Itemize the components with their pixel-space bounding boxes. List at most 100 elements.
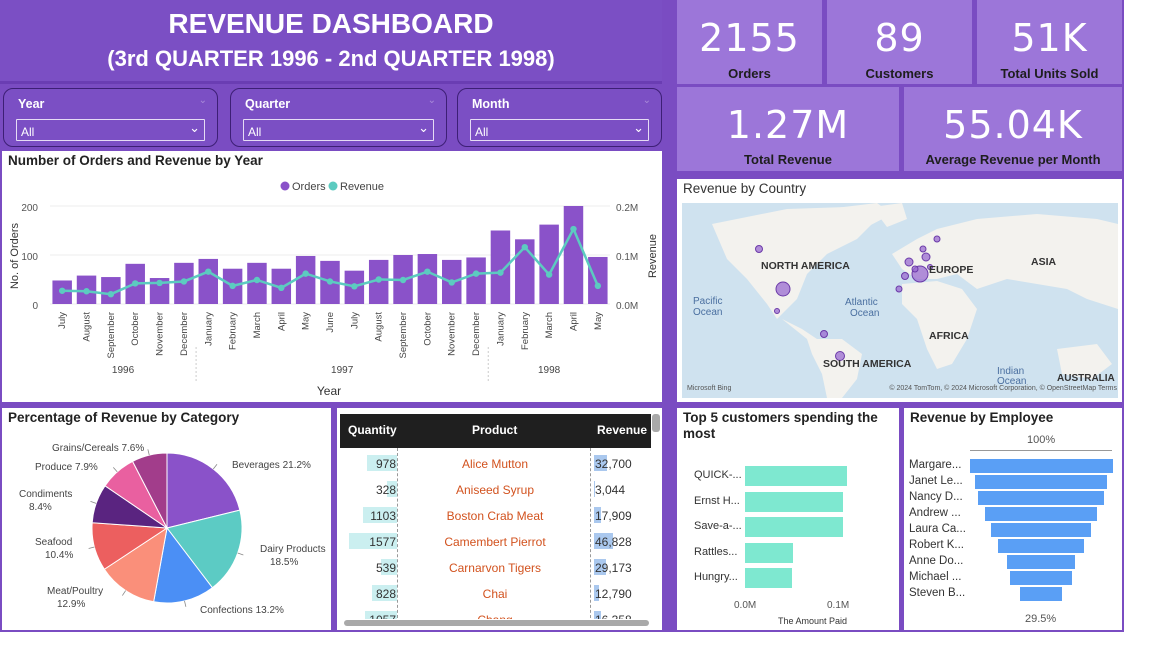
table-row[interactable]: 1577 Camembert Pierrot 46,828 [340,529,651,555]
product-cell[interactable]: Boston Crab Meat [399,509,591,523]
orders-bar[interactable] [295,255,316,304]
revenue-point[interactable] [594,282,602,290]
customer-bar[interactable] [745,542,794,563]
employee-bar[interactable] [998,539,1084,553]
country-bubble[interactable] [901,272,909,280]
revenue-point[interactable] [278,284,285,292]
horizontal-scrollbar[interactable] [344,620,649,626]
revenue-point[interactable] [521,243,528,251]
revenue-point[interactable] [448,279,455,286]
revenue-point[interactable] [351,283,358,290]
world-map[interactable]: NORTH AMERICA EUROPE ASIA Pacific Ocean … [677,179,1122,402]
chevron-down-icon[interactable]: ⌄ [428,95,436,106]
employee-bar[interactable] [978,491,1104,505]
x-tick-label: September [398,312,409,358]
country-bubble[interactable] [933,235,941,243]
column-header-revenue[interactable]: Revenue [597,423,647,437]
revenue-point[interactable] [302,270,309,277]
revenue-point[interactable] [545,271,553,278]
table-row[interactable]: 328 Aniseed Syrup 3,044 [340,477,651,503]
country-bubble[interactable] [775,281,791,297]
customer-label: Rattles... [694,545,738,558]
orders-bar[interactable] [563,206,584,304]
revenue-point[interactable] [229,282,236,290]
revenue-point[interactable] [156,279,163,287]
x-tick-label: February [228,312,239,350]
x-tick-label: April [276,312,287,331]
month-dropdown[interactable]: All ⌄ [470,119,649,141]
x-tick-label: December [179,312,190,356]
chevron-down-icon[interactable]: ⌄ [643,95,651,106]
chevron-down-icon[interactable]: ⌄ [633,120,644,136]
country-bubble[interactable] [904,257,914,267]
chevron-down-icon[interactable]: ⌄ [189,120,200,136]
chevron-down-icon[interactable]: ⌄ [418,120,429,136]
employee-bar[interactable] [1007,555,1075,569]
x-axis-label: The Amount Paid [778,616,848,626]
country-bubble[interactable] [911,265,919,273]
customer-bar[interactable] [745,517,843,537]
table-row[interactable]: 978 Alice Mutton 32,700 [340,451,651,477]
revenue-point[interactable] [326,278,334,285]
table-row[interactable]: 828 Chai 12,790 [340,581,651,607]
slicer-quarter: Quarter ⌄ All ⌄ [230,88,447,147]
revenue-point[interactable] [497,269,504,276]
x-tick-label: May [593,312,604,330]
revenue-point[interactable] [399,276,407,284]
revenue-point[interactable] [180,278,188,285]
customer-bar[interactable] [745,568,792,588]
customer-bar[interactable] [745,466,848,486]
country-bubble[interactable] [895,285,903,293]
orders-bar[interactable] [466,257,486,304]
x-tick-label: February [520,312,531,350]
orders-bar[interactable] [588,256,608,304]
table-row[interactable]: 539 Carnarvon Tigers 29,173 [340,555,651,581]
employee-bar[interactable] [984,507,1098,521]
product-cell[interactable]: Aniseed Syrup [399,483,591,497]
product-cell[interactable]: Carnarvon Tigers [399,561,591,575]
legend-orders-marker [280,181,290,191]
country-bubble[interactable] [755,245,763,253]
map-label: AUSTRALIA [1057,373,1115,384]
country-bubble[interactable] [919,245,927,253]
product-cell[interactable]: Alice Mutton [399,457,591,471]
table-row[interactable]: 1057Chang 16,358 [340,607,651,619]
quarter-dropdown[interactable]: All ⌄ [243,119,434,141]
revenue-point[interactable] [472,270,480,277]
country-bubble[interactable] [921,252,931,262]
column-header-product[interactable]: Product [472,423,517,437]
employee-bar[interactable] [974,475,1108,489]
x-tick-label: August [374,312,385,342]
employee-bar[interactable] [1010,571,1072,585]
x-tick-label: November [155,312,166,356]
pie-leader-line [90,501,97,504]
vertical-scrollbar[interactable] [652,414,660,432]
customer-bar[interactable] [745,491,843,512]
table-row[interactable]: 1103 Boston Crab Meat 17,909 [340,503,651,529]
revenue-point[interactable] [58,287,66,294]
product-cell[interactable]: Camembert Pierrot [399,535,591,549]
orders-bar[interactable] [417,254,438,304]
revenue-point[interactable] [424,268,431,275]
employee-bar[interactable] [969,459,1113,473]
country-bubble[interactable] [774,308,780,314]
column-header-quantity[interactable]: Quantity [348,423,397,437]
product-cell[interactable]: Chai [399,587,591,601]
revenue-point[interactable] [205,268,212,275]
employee-bar[interactable] [1019,587,1063,601]
product-cell[interactable]: Chang [399,613,591,619]
revenue-point[interactable] [570,225,577,233]
x-tick-label: June [325,312,336,333]
revenue-point[interactable] [375,276,382,283]
chevron-down-icon[interactable]: ⌄ [199,95,207,106]
revenue-point[interactable] [253,276,261,284]
revenue-point[interactable] [107,291,115,298]
employee-bar[interactable] [990,523,1092,537]
table-header: Quantity Product Revenue [340,414,651,448]
revenue-point[interactable] [83,288,90,295]
orders-bar[interactable] [198,258,218,304]
revenue-point[interactable] [132,280,139,287]
country-bubble[interactable] [820,330,828,338]
kpi-orders: 2155 Orders [677,0,822,84]
year-dropdown[interactable]: All ⌄ [16,119,205,141]
